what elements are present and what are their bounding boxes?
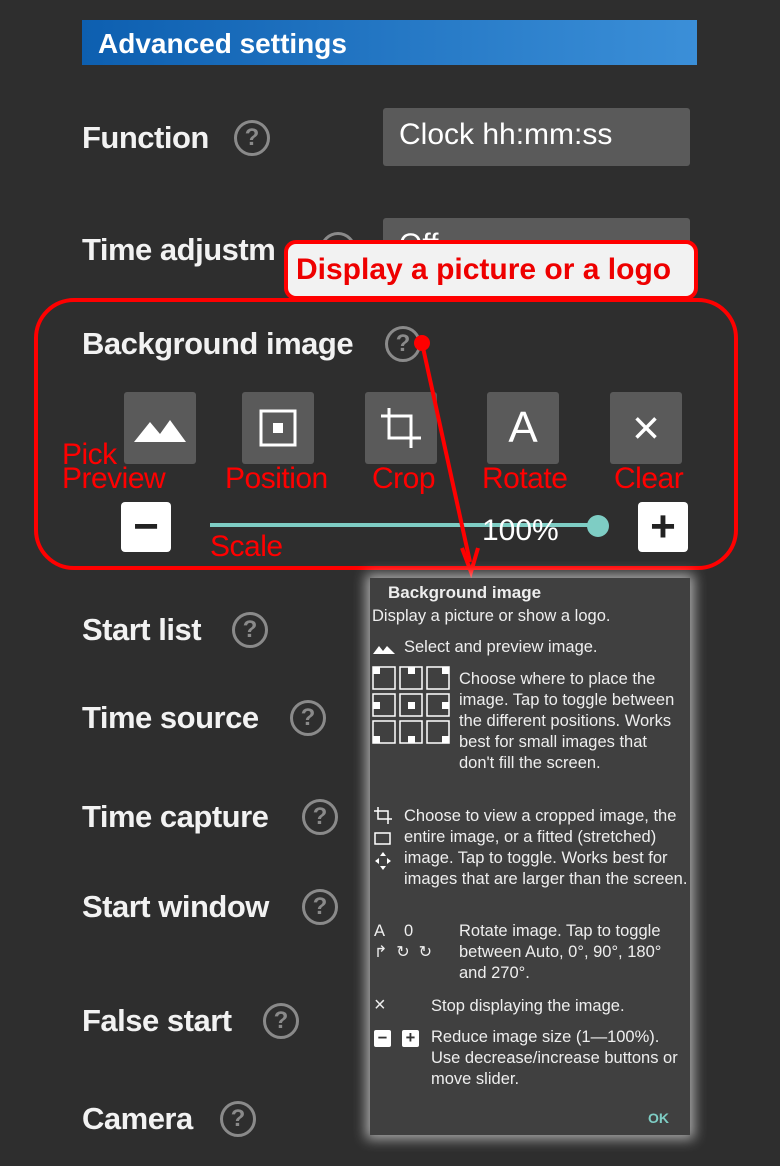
help-dialog: Background image Display a picture or sh… <box>370 578 690 1135</box>
rotate-auto-icon: A <box>374 922 386 940</box>
rotate-icons: ↱ ↻ ↻ <box>374 944 432 961</box>
minus-icon: − <box>374 1030 391 1047</box>
help-icon[interactable]: ? <box>290 700 326 736</box>
crop-help: Choose to view a cropped image, the enti… <box>404 807 688 888</box>
help-icon[interactable]: ? <box>302 889 338 925</box>
clear-help: Stop displaying the image. <box>431 997 625 1015</box>
start-window-label: Start window <box>82 889 269 924</box>
position-help: Choose where to place the image. Tap to … <box>459 670 675 772</box>
start-list-label: Start list <box>82 612 202 647</box>
time-capture-label: Time capture <box>82 799 269 834</box>
dialog-title: Background image <box>388 583 542 602</box>
false-start-label: False start <box>82 1003 232 1038</box>
rotate-zero-icon: 0 <box>404 922 414 940</box>
preview-help: Select and preview image. <box>404 638 598 656</box>
time-source-label: Time source <box>82 700 259 735</box>
ok-button[interactable]: OK <box>648 1108 669 1129</box>
rotate-help: Rotate image. Tap to toggle between Auto… <box>459 922 662 982</box>
scale-help: Reduce image size (1—100%). Use decrease… <box>431 1028 678 1088</box>
crop-modes-icon <box>374 807 392 870</box>
camera-label: Camera <box>82 1101 193 1136</box>
image-icon <box>373 646 395 654</box>
dialog-subtitle: Display a picture or show a logo. <box>372 607 611 625</box>
close-icon: × <box>374 994 386 1016</box>
help-icon[interactable]: ? <box>220 1101 256 1137</box>
position-grid-icon <box>372 666 450 744</box>
help-icon[interactable]: ? <box>232 612 268 648</box>
help-icon[interactable]: ? <box>302 799 338 835</box>
plus-icon: + <box>402 1030 419 1047</box>
help-icon[interactable]: ? <box>263 1003 299 1039</box>
